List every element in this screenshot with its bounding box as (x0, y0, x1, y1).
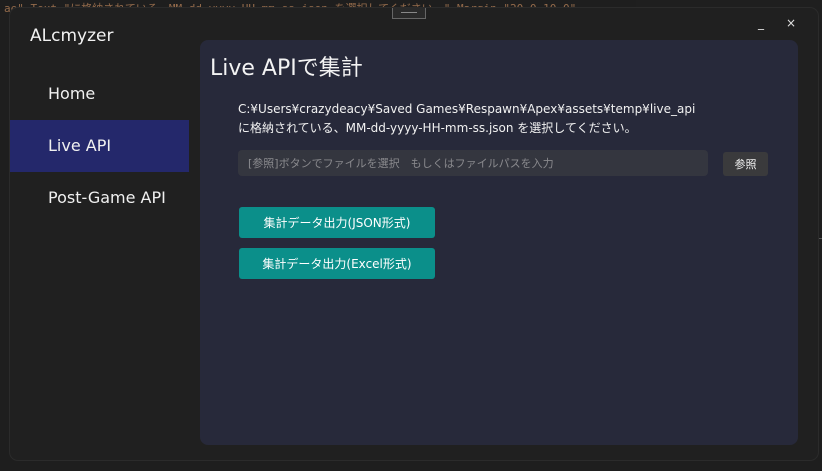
export-json-button[interactable]: 集計データ出力(JSON形式) (239, 207, 435, 238)
drag-handle-icon[interactable] (392, 8, 426, 19)
content-panel: Live APIで集計 C:¥Users¥crazydeacy¥Saved Ga… (200, 40, 798, 445)
close-button[interactable]: × (776, 12, 806, 34)
sidebar-item-post-game-api[interactable]: Post-Game API (10, 172, 189, 224)
background-editor-gutter (0, 40, 10, 240)
export-excel-button[interactable]: 集計データ出力(Excel形式) (239, 248, 435, 279)
minimize-button[interactable]: _ (746, 12, 776, 34)
instructions: C:¥Users¥crazydeacy¥Saved Games¥Respawn¥… (238, 100, 778, 138)
page-title: Live APIで集計 (210, 56, 363, 81)
instructions-text: に格納されている、MM-dd-yyyy-HH-mm-ss.json を選択してく… (238, 121, 637, 135)
app-window: _ × ALcmyzer Home Live API Post-Game API… (10, 8, 818, 460)
instructions-path: C:¥Users¥crazydeacy¥Saved Games¥Respawn¥… (238, 102, 696, 116)
sidebar-item-home[interactable]: Home (10, 68, 189, 120)
sidebar-item-live-api[interactable]: Live API (10, 120, 189, 172)
browse-button[interactable]: 参照 (723, 152, 768, 176)
file-path-input[interactable] (238, 150, 708, 176)
sidebar-nav: Home Live API Post-Game API (10, 68, 189, 224)
app-title: ALcmyzer (30, 26, 114, 46)
